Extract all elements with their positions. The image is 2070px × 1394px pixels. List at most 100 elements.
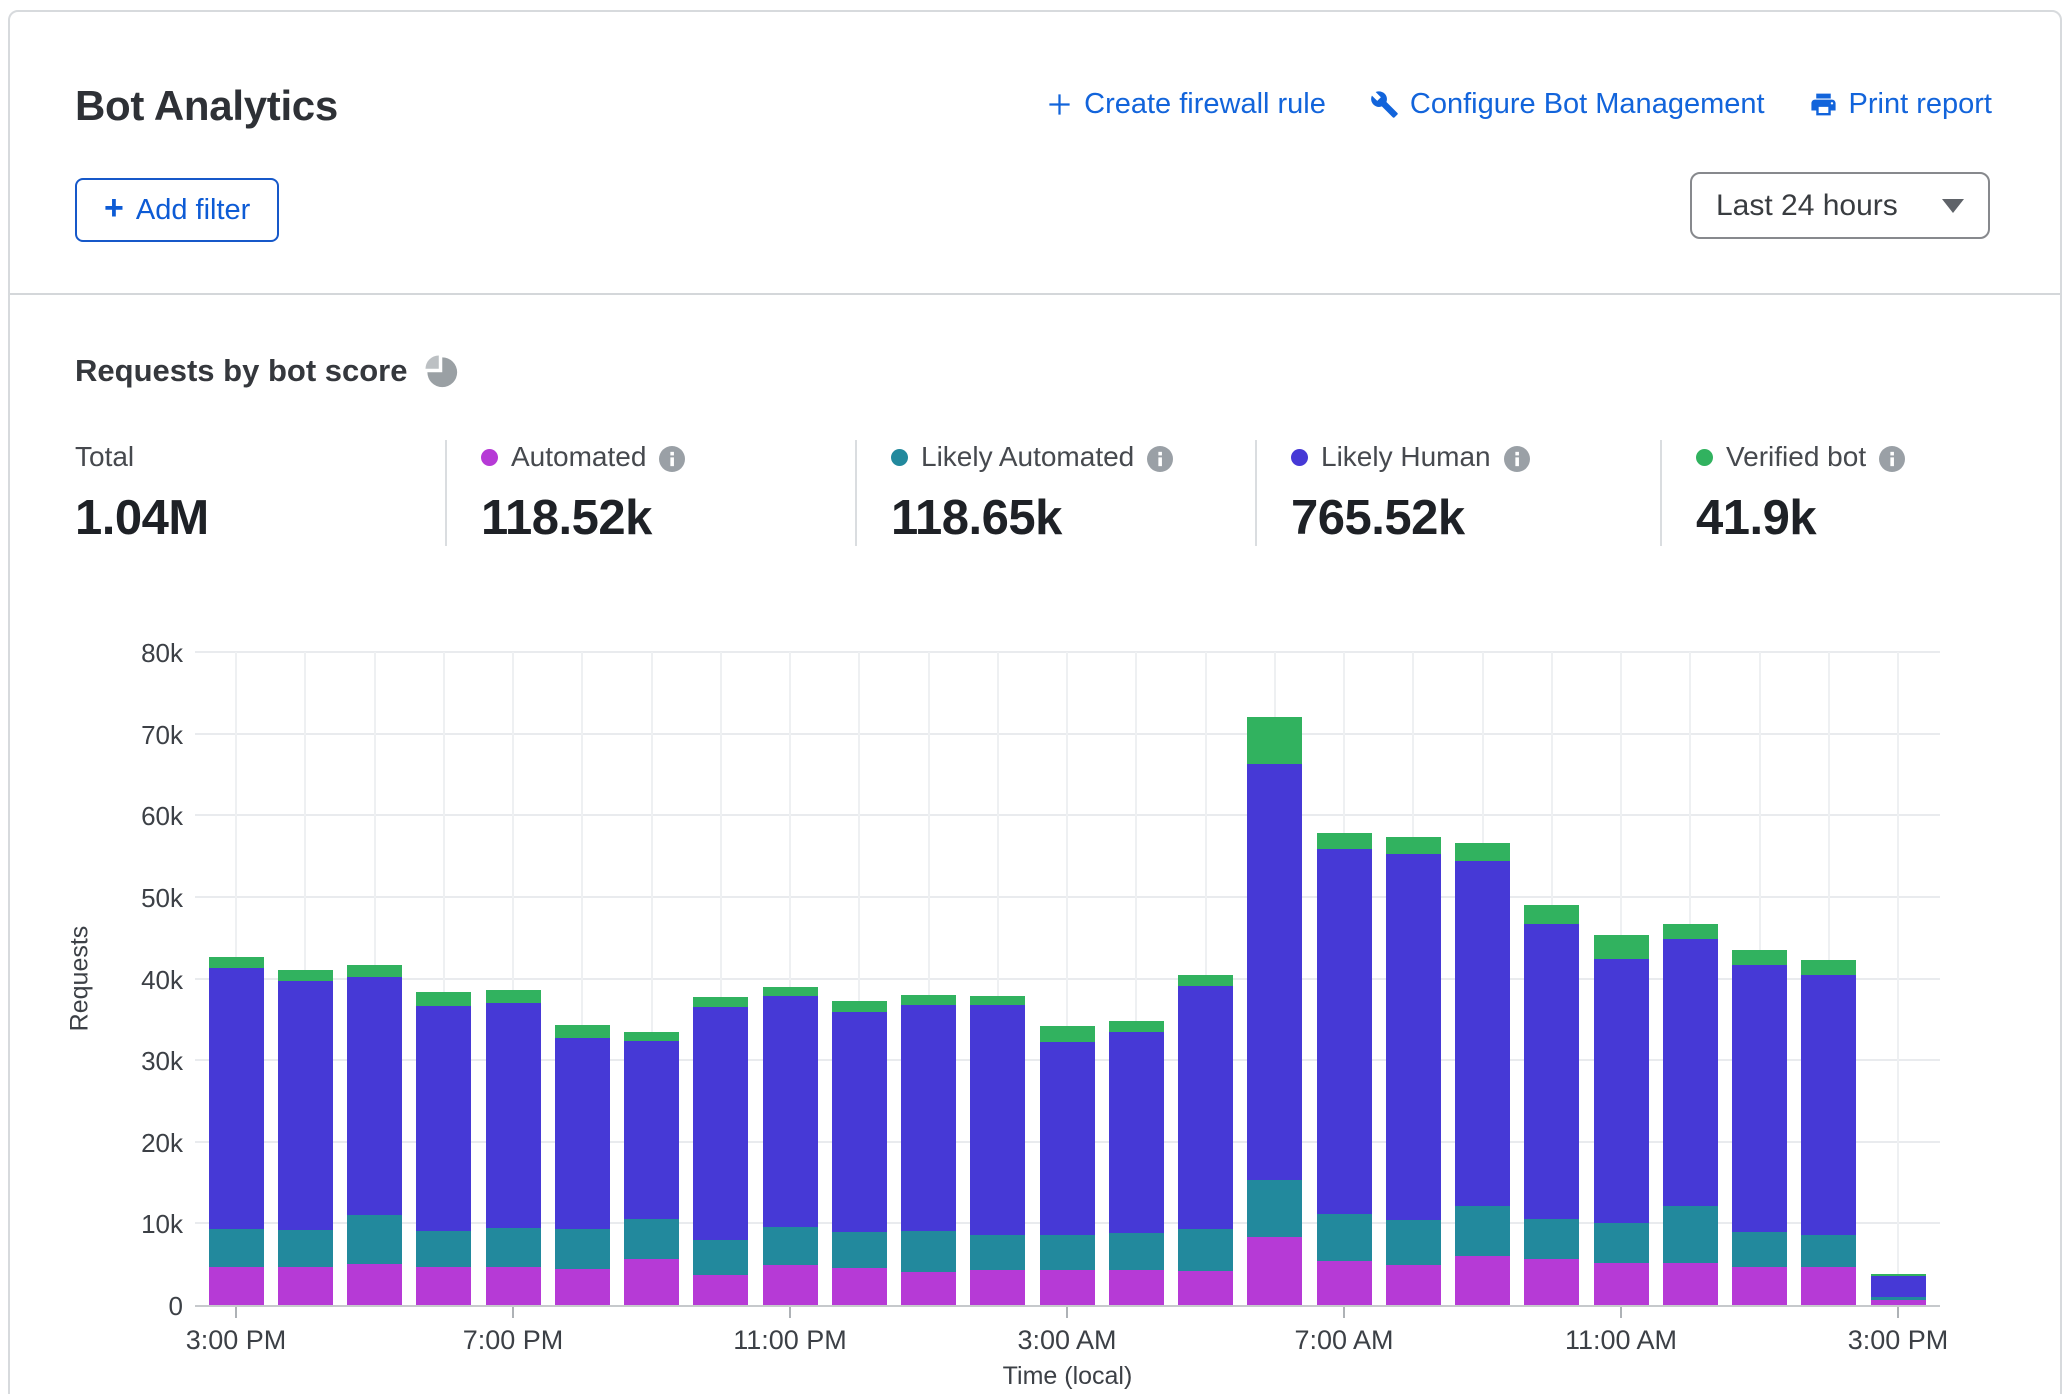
bar-segment-likely-human	[1386, 854, 1441, 1220]
bar-segment-likely-automated	[555, 1229, 610, 1269]
bar-segment-verified-bot	[1455, 843, 1510, 861]
bar-segment-automated	[1247, 1237, 1302, 1305]
header-divider	[10, 293, 2060, 295]
info-icon[interactable]	[1879, 446, 1905, 472]
bar-segment-verified-bot	[1040, 1026, 1095, 1042]
y-axis-title: Requests	[66, 918, 95, 1038]
info-icon[interactable]	[659, 446, 685, 472]
chart-bar[interactable]	[1524, 905, 1579, 1305]
bar-segment-likely-automated	[1732, 1232, 1787, 1268]
bar-segment-automated	[1317, 1261, 1372, 1305]
chart-bar[interactable]	[416, 992, 471, 1305]
bar-segment-automated	[1040, 1270, 1095, 1305]
bar-segment-likely-automated	[1663, 1206, 1718, 1263]
bar-segment-likely-human	[209, 968, 264, 1229]
bar-segment-verified-bot	[416, 992, 471, 1006]
chart-bar[interactable]	[1386, 837, 1441, 1305]
x-axis-tick	[1343, 1307, 1345, 1318]
chart-bar[interactable]	[970, 996, 1025, 1305]
stat-value: 1.04M	[75, 490, 425, 546]
bar-segment-likely-human	[901, 1005, 956, 1231]
stats-row: Total1.04MAutomated118.52kLikely Automat…	[75, 440, 2030, 546]
bar-segment-verified-bot	[832, 1001, 887, 1012]
page-title: Bot Analytics	[75, 82, 338, 130]
bar-segment-likely-automated	[1386, 1220, 1441, 1265]
legend-dot	[891, 449, 908, 466]
stat-verified-bot: Verified bot41.9k	[1660, 440, 1925, 546]
bar-segment-likely-human	[347, 977, 402, 1215]
info-icon[interactable]	[1147, 446, 1173, 472]
chart-bar[interactable]	[278, 970, 333, 1305]
chart-bar[interactable]	[555, 1025, 610, 1305]
stat-automated: Automated118.52k	[445, 440, 855, 546]
bar-segment-verified-bot	[278, 970, 333, 981]
bar-segment-likely-automated	[1524, 1219, 1579, 1259]
bar-segment-verified-bot	[970, 996, 1025, 1006]
chart-bar[interactable]	[624, 1032, 679, 1305]
bar-segment-verified-bot	[693, 997, 748, 1007]
chart-bar[interactable]	[1594, 935, 1649, 1305]
bar-segment-automated	[486, 1267, 541, 1305]
x-axis-tick-label: 11:00 PM	[705, 1325, 875, 1356]
bar-segment-verified-bot	[486, 990, 541, 1003]
bar-segment-likely-automated	[347, 1215, 402, 1264]
wrench-icon	[1370, 90, 1399, 119]
chart-bar[interactable]	[763, 987, 818, 1305]
y-axis-tick-label: 50k	[93, 883, 183, 914]
chart-bar[interactable]	[1663, 924, 1718, 1305]
bar-segment-automated	[1594, 1263, 1649, 1305]
info-icon[interactable]	[1504, 446, 1530, 472]
bar-segment-likely-human	[486, 1003, 541, 1228]
action-configure-bot-management[interactable]: Configure Bot Management	[1370, 88, 1765, 121]
bar-segment-verified-bot	[1594, 935, 1649, 959]
add-filter-label: Add filter	[136, 194, 250, 227]
chart-bar[interactable]	[1455, 843, 1510, 1305]
chart-bar[interactable]	[901, 995, 956, 1305]
pie-chart-icon	[422, 352, 460, 390]
stat-likely-human: Likely Human765.52k	[1255, 440, 1660, 546]
bar-segment-likely-automated	[763, 1227, 818, 1265]
bar-segment-likely-human	[278, 981, 333, 1230]
x-axis-tick-label: 7:00 AM	[1259, 1325, 1429, 1356]
chart-bar[interactable]	[1801, 960, 1856, 1305]
bar-segment-likely-automated	[1040, 1235, 1095, 1270]
chart-bar[interactable]	[1732, 950, 1787, 1305]
y-axis-tick-label: 0	[93, 1291, 183, 1322]
bar-segment-likely-human	[1178, 986, 1233, 1229]
bar-segment-verified-bot	[347, 965, 402, 976]
bar-segment-likely-automated	[624, 1219, 679, 1259]
printer-icon	[1809, 90, 1838, 119]
chart-bar[interactable]	[693, 997, 748, 1305]
chart-bar[interactable]	[1317, 833, 1372, 1305]
bar-segment-likely-human	[970, 1005, 1025, 1234]
bar-segment-verified-bot	[763, 987, 818, 996]
action-create-firewall-rule[interactable]: Create firewall rule	[1046, 88, 1326, 121]
chart-bar[interactable]	[1247, 716, 1302, 1305]
bar-segment-likely-human	[416, 1006, 471, 1230]
bar-segment-verified-bot	[1732, 950, 1787, 966]
add-filter-button[interactable]: + Add filter	[75, 178, 279, 242]
time-range-select[interactable]: Last 24 hours	[1690, 172, 1990, 239]
stat-value: 118.65k	[891, 490, 1235, 546]
chart-bar[interactable]	[347, 965, 402, 1305]
gridline-vertical	[1897, 652, 1899, 1305]
bar-segment-likely-automated	[278, 1230, 333, 1268]
bar-segment-verified-bot	[1801, 960, 1856, 976]
chart-bar[interactable]	[1040, 1026, 1095, 1305]
bar-segment-likely-automated	[416, 1231, 471, 1268]
bar-segment-verified-bot	[624, 1032, 679, 1041]
bar-segment-verified-bot	[901, 995, 956, 1005]
y-axis-tick-label: 80k	[93, 638, 183, 669]
chart-bar[interactable]	[1871, 1274, 1926, 1305]
chart-bar[interactable]	[486, 990, 541, 1305]
chart-bar[interactable]	[832, 1001, 887, 1305]
x-axis-tick-label: 3:00 AM	[982, 1325, 1152, 1356]
action-print-report[interactable]: Print report	[1809, 88, 1992, 121]
chart-bar[interactable]	[1109, 1021, 1164, 1305]
chart-bar[interactable]	[1178, 975, 1233, 1305]
chart-bar[interactable]	[209, 957, 264, 1305]
bot-analytics-page: Bot Analytics Create firewall rule Config…	[0, 0, 2070, 1394]
bar-segment-automated	[209, 1267, 264, 1305]
bar-segment-likely-human	[832, 1012, 887, 1232]
bar-segment-automated	[832, 1268, 887, 1305]
